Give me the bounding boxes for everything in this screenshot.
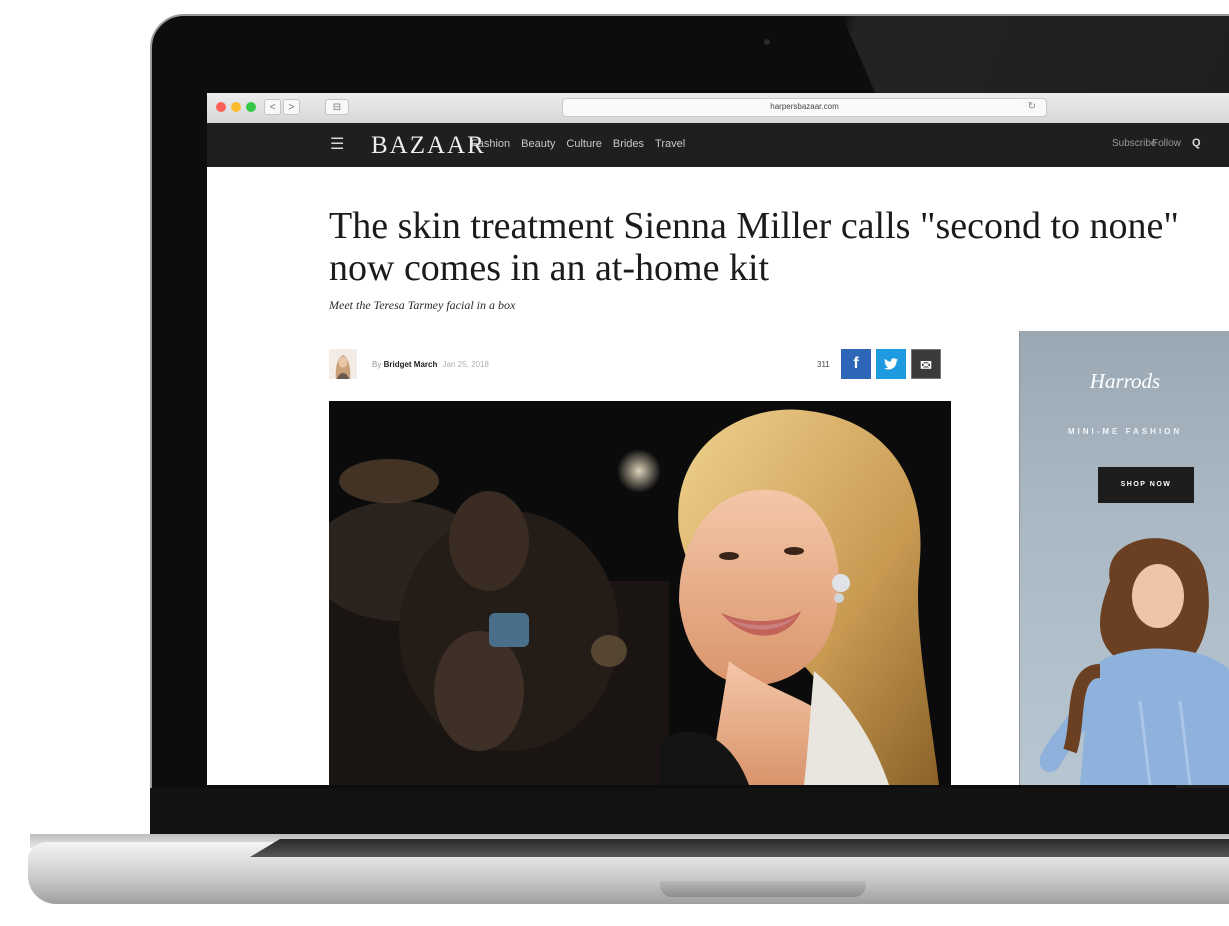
ad-model-image: [1039, 521, 1229, 785]
nav-links: Fashion Beauty Culture Brides Travel: [471, 138, 685, 150]
menu-icon[interactable]: ☰: [330, 137, 344, 153]
email-share-button[interactable]: ✉: [911, 349, 941, 379]
back-button[interactable]: <: [264, 99, 281, 115]
close-window-button[interactable]: [216, 102, 226, 112]
facebook-icon: f: [853, 355, 859, 372]
publish-date: Jan 25, 2018: [442, 360, 489, 369]
hero-image[interactable]: [329, 401, 951, 785]
browser-screen: < > ⊟ harpersbazaar.com ↻ ☰ BAZAAR Fashi…: [207, 93, 1229, 785]
shop-now-button[interactable]: SHOP NOW: [1098, 467, 1194, 503]
article-headline: The skin treatment Sienna Miller calls "…: [329, 205, 1229, 289]
browser-toolbar: < > ⊟ harpersbazaar.com ↻: [207, 93, 1229, 124]
headline-line-2: now comes in an at-home kit: [329, 247, 770, 289]
ad-tagline: MINI-ME FASHION: [1067, 427, 1183, 436]
ad-brand-logo: Harrods: [1089, 369, 1161, 393]
lid-notch: [660, 881, 866, 897]
share-count: 311: [817, 360, 830, 369]
email-icon: ✉: [920, 357, 932, 373]
camera-icon: [764, 39, 770, 45]
author-line: By Bridget March Jan 25, 2018: [372, 360, 489, 369]
nav-link-culture[interactable]: Culture: [566, 138, 601, 150]
reload-icon[interactable]: ↻: [1028, 101, 1036, 112]
screen-bezel: [150, 788, 1229, 834]
follow-link[interactable]: Follow: [1152, 138, 1181, 149]
nav-link-travel[interactable]: Travel: [655, 138, 685, 150]
zoom-window-button[interactable]: [246, 102, 256, 112]
site-logo[interactable]: BAZAAR: [371, 132, 486, 160]
forward-button[interactable]: >: [283, 99, 300, 115]
address-bar[interactable]: harpersbazaar.com ↻: [562, 98, 1047, 117]
harrods-ad[interactable]: Harrods MINI-ME FASHION SHOP NOW: [1019, 331, 1229, 785]
nav-link-beauty[interactable]: Beauty: [521, 138, 555, 150]
twitter-icon: [884, 358, 898, 370]
nav-link-brides[interactable]: Brides: [613, 138, 644, 150]
minimize-window-button[interactable]: [231, 102, 241, 112]
author-avatar[interactable]: [329, 349, 357, 379]
subscribe-link[interactable]: Subscribe: [1112, 138, 1156, 149]
site-navigation: ☰ BAZAAR Fashion Beauty Culture Brides T…: [207, 123, 1229, 167]
sidebar-toggle-button[interactable]: ⊟: [325, 99, 349, 115]
headline-line-1: The skin treatment Sienna Miller calls "…: [329, 205, 1179, 247]
facebook-share-button[interactable]: f: [841, 349, 871, 379]
keyboard-gap: [250, 839, 1229, 857]
byline-row: By Bridget March Jan 25, 2018 311 f ✉: [329, 349, 951, 379]
author-name[interactable]: Bridget March: [384, 360, 438, 369]
byline-prefix: By: [372, 360, 382, 369]
twitter-share-button[interactable]: [876, 349, 906, 379]
article-dek: Meet the Teresa Tarmey facial in a box: [329, 298, 516, 312]
nav-link-fashion[interactable]: Fashion: [471, 138, 510, 150]
search-icon[interactable]: Q: [1192, 137, 1201, 149]
url-text: harpersbazaar.com: [770, 102, 839, 111]
